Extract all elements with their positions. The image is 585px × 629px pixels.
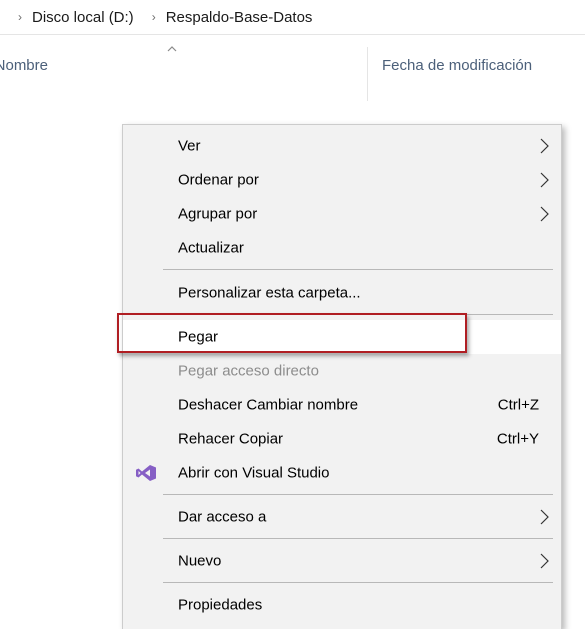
chevron-right-icon bbox=[540, 509, 549, 525]
menu-item-view[interactable]: Ver bbox=[123, 129, 561, 163]
menu-item-refresh[interactable]: Actualizar bbox=[123, 231, 561, 265]
menu-item-customize-folder[interactable]: Personalizar esta carpeta... bbox=[123, 276, 561, 310]
column-divider[interactable] bbox=[367, 47, 368, 101]
address-breadcrumb: › Disco local (D:) › Respaldo-Base-Datos bbox=[0, 0, 585, 35]
menu-item-paste-shortcut: Pegar acceso directo bbox=[123, 354, 561, 388]
context-menu: Ver Ordenar por Agrupar por Actualizar P… bbox=[122, 124, 562, 629]
menu-item-label: Nuevo bbox=[178, 552, 222, 570]
menu-item-redo-copy[interactable]: Rehacer Copiar Ctrl+Y bbox=[123, 422, 561, 456]
menu-item-new[interactable]: Nuevo bbox=[123, 544, 561, 578]
menu-item-label: Actualizar bbox=[178, 239, 244, 257]
menu-item-undo-rename[interactable]: Deshacer Cambiar nombre Ctrl+Z bbox=[123, 388, 561, 422]
column-header-name[interactable]: Nombre bbox=[0, 57, 48, 74]
sort-ascending-icon bbox=[167, 46, 177, 52]
chevron-right-icon bbox=[540, 172, 549, 188]
menu-item-sort-by[interactable]: Ordenar por bbox=[123, 163, 561, 197]
menu-item-label: Dar acceso a bbox=[178, 508, 267, 526]
menu-item-shortcut: Ctrl+Y bbox=[496, 430, 539, 448]
menu-separator bbox=[163, 314, 553, 315]
menu-separator bbox=[163, 494, 553, 495]
breadcrumb-item-folder[interactable]: Respaldo-Base-Datos bbox=[166, 9, 313, 26]
breadcrumb-chevron-icon[interactable]: › bbox=[152, 10, 156, 24]
menu-separator bbox=[163, 582, 553, 583]
visual-studio-icon bbox=[136, 465, 156, 481]
chevron-right-icon bbox=[540, 138, 549, 154]
menu-item-label: Ver bbox=[178, 137, 201, 155]
menu-item-label: Personalizar esta carpeta... bbox=[178, 284, 361, 302]
menu-separator bbox=[163, 538, 553, 539]
menu-item-shortcut: Ctrl+Z bbox=[497, 396, 539, 414]
column-header-date-modified[interactable]: Fecha de modificación bbox=[382, 57, 532, 74]
menu-item-label: Abrir con Visual Studio bbox=[178, 464, 330, 482]
chevron-right-icon bbox=[540, 553, 549, 569]
menu-item-give-access[interactable]: Dar acceso a bbox=[123, 500, 561, 534]
menu-item-label: Pegar bbox=[178, 328, 219, 346]
breadcrumb-item-drive[interactable]: Disco local (D:) bbox=[32, 9, 134, 26]
menu-item-properties[interactable]: Propiedades bbox=[123, 588, 561, 622]
chevron-right-icon bbox=[540, 206, 549, 222]
breadcrumb-chevron-icon[interactable]: › bbox=[18, 10, 22, 24]
menu-item-label: Rehacer Copiar bbox=[178, 430, 284, 448]
menu-item-label: Pegar acceso directo bbox=[178, 362, 319, 380]
menu-separator bbox=[163, 269, 553, 270]
file-list-header: Nombre Fecha de modificación bbox=[0, 35, 585, 103]
menu-item-paste[interactable]: Pegar bbox=[123, 320, 561, 354]
menu-item-label: Deshacer Cambiar nombre bbox=[178, 396, 359, 414]
menu-item-label: Propiedades bbox=[178, 596, 263, 614]
menu-item-group-by[interactable]: Agrupar por bbox=[123, 197, 561, 231]
menu-item-label: Agrupar por bbox=[178, 205, 258, 223]
menu-item-label: Ordenar por bbox=[178, 171, 259, 189]
menu-item-open-with-visual-studio[interactable]: Abrir con Visual Studio bbox=[123, 456, 561, 490]
